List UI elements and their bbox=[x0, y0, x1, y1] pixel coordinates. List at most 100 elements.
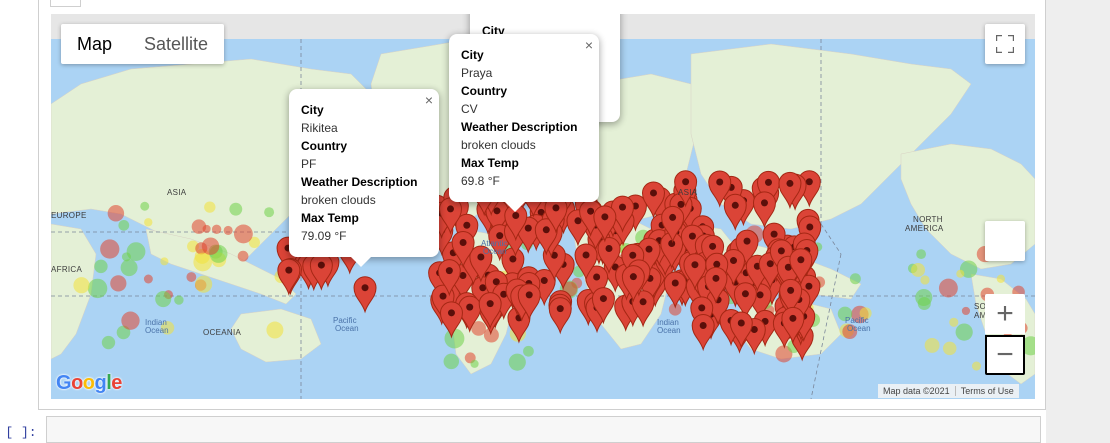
google-logo-letter: G bbox=[56, 372, 72, 394]
google-logo-letter: o bbox=[82, 372, 95, 394]
map-marker[interactable] bbox=[691, 314, 715, 352]
heatmap-spot bbox=[107, 205, 125, 222]
heatmap-spot bbox=[938, 278, 958, 298]
heatmap-spot bbox=[942, 341, 957, 356]
fullscreen-button[interactable] bbox=[985, 24, 1025, 64]
info-value-country: PF bbox=[301, 157, 317, 171]
info-value-max-temp: 69.8 °F bbox=[461, 174, 500, 188]
heatmap-spot bbox=[971, 361, 982, 371]
heatmap-spot bbox=[193, 252, 212, 272]
heatmap-spot bbox=[140, 201, 150, 211]
heatmap-spot bbox=[211, 224, 222, 235]
heatmap-spot bbox=[444, 328, 465, 349]
heatmap-spot bbox=[842, 324, 858, 340]
heatmap-spot bbox=[120, 259, 138, 277]
google-map[interactable]: ASIA EUROPE AFRICA OCEANIA ASIA NORTH AM… bbox=[51, 14, 1035, 399]
heatmap-spot bbox=[916, 249, 927, 260]
info-value-weather: broken clouds bbox=[461, 138, 536, 152]
heatmap-spot bbox=[110, 275, 127, 292]
cell-prompt: In [ ]: bbox=[0, 425, 37, 440]
street-view-button[interactable] bbox=[985, 221, 1025, 261]
heatmap-spot bbox=[961, 306, 971, 316]
heatmap-spot bbox=[195, 275, 213, 293]
info-label-country: Country bbox=[461, 84, 507, 98]
zoom-in-button[interactable]: + bbox=[985, 294, 1025, 334]
heatmap-spot bbox=[470, 359, 479, 368]
heatmap-spot bbox=[223, 225, 233, 236]
info-label-weather: Weather Description bbox=[301, 175, 418, 189]
map-marker[interactable] bbox=[277, 258, 301, 296]
info-window-rikitea[interactable]: × City Rikitea Country PF Weather Descri… bbox=[289, 89, 439, 267]
zoom-out-button[interactable]: − bbox=[985, 335, 1025, 375]
heatmap-spot bbox=[266, 321, 284, 339]
heatmap-spot bbox=[233, 224, 253, 244]
heatmap-spot bbox=[87, 278, 108, 299]
heatmap-spot bbox=[155, 291, 172, 308]
google-logo-letter: e bbox=[111, 372, 122, 394]
info-label-max-temp: Max Temp bbox=[301, 211, 359, 225]
heatmap-spot bbox=[143, 274, 153, 284]
notebook-page: ASIA EUROPE AFRICA OCEANIA ASIA NORTH AM… bbox=[0, 0, 1110, 443]
heatmap-spot bbox=[924, 337, 940, 353]
code-input-cell[interactable] bbox=[46, 416, 1041, 443]
info-value-city: Praya bbox=[461, 66, 493, 80]
info-window-tail bbox=[505, 202, 525, 212]
heatmap-spot bbox=[144, 218, 153, 227]
heatmap-spot bbox=[956, 269, 965, 278]
google-logo-letter: o bbox=[71, 372, 83, 394]
fullscreen-icon bbox=[996, 35, 1014, 53]
google-logo-letter: g bbox=[94, 372, 107, 394]
heatmap-spot bbox=[443, 353, 460, 370]
heatmap-spot bbox=[186, 272, 197, 282]
heatmap-spot bbox=[201, 237, 220, 255]
heatmap-spot bbox=[121, 311, 140, 330]
heatmap-spot bbox=[949, 317, 959, 327]
heatmap-spot bbox=[508, 353, 526, 371]
cell-border bbox=[38, 409, 1046, 410]
right-gutter bbox=[1046, 0, 1110, 443]
heatmap-spot bbox=[229, 202, 243, 216]
map-marker[interactable] bbox=[353, 276, 377, 314]
close-icon[interactable]: × bbox=[425, 92, 433, 108]
heatmap-spot bbox=[121, 252, 131, 262]
heatmap-spot bbox=[996, 274, 1006, 283]
heatmap-spot bbox=[100, 239, 120, 259]
heatmap-spot bbox=[73, 277, 90, 294]
map-marker[interactable] bbox=[752, 191, 776, 229]
heatmap-spot bbox=[191, 219, 207, 234]
heatmap-spot bbox=[264, 207, 275, 218]
info-label-city: City bbox=[301, 103, 324, 117]
heatmap-spot bbox=[859, 307, 872, 320]
google-logo[interactable]: Google bbox=[56, 372, 122, 395]
cell-border bbox=[38, 0, 39, 410]
heatmap-spot bbox=[204, 201, 216, 213]
plus-icon: + bbox=[996, 297, 1014, 330]
info-value-max-temp: 79.09 °F bbox=[301, 229, 347, 243]
map-type-map-button[interactable]: Map bbox=[61, 24, 128, 64]
heatmap-spot bbox=[94, 259, 108, 274]
cell-border bbox=[1045, 0, 1046, 410]
terms-of-use-link[interactable]: Terms of Use bbox=[956, 386, 1019, 396]
heatmap-spot bbox=[160, 321, 175, 335]
close-icon[interactable]: × bbox=[585, 37, 593, 53]
minus-icon: − bbox=[996, 338, 1014, 371]
info-value-weather: broken clouds bbox=[301, 193, 376, 207]
heatmap-spot bbox=[523, 345, 534, 357]
heatmap-spot bbox=[955, 323, 973, 341]
info-label-city: City bbox=[461, 48, 484, 62]
heatmap-spot bbox=[849, 273, 861, 285]
map-data-credit: Map data ©2021 bbox=[883, 386, 950, 396]
map-type-control: Map Satellite bbox=[61, 24, 225, 64]
map-attribution: Map data ©2021 Terms of Use bbox=[878, 384, 1019, 398]
output-scroll-stub bbox=[50, 0, 81, 7]
info-window-praya[interactable]: × City Praya Country CV Weather Descript… bbox=[449, 34, 599, 212]
heatmap-spot bbox=[911, 262, 926, 277]
info-label-weather: Weather Description bbox=[461, 120, 578, 134]
map-type-satellite-button[interactable]: Satellite bbox=[128, 24, 224, 64]
heatmap-spot bbox=[837, 306, 853, 322]
heatmap-spot bbox=[118, 219, 130, 231]
heatmap-spot bbox=[174, 295, 184, 305]
heatmap-spot bbox=[915, 288, 933, 307]
map-marker[interactable] bbox=[548, 297, 572, 335]
heatmap-spot bbox=[237, 250, 249, 262]
